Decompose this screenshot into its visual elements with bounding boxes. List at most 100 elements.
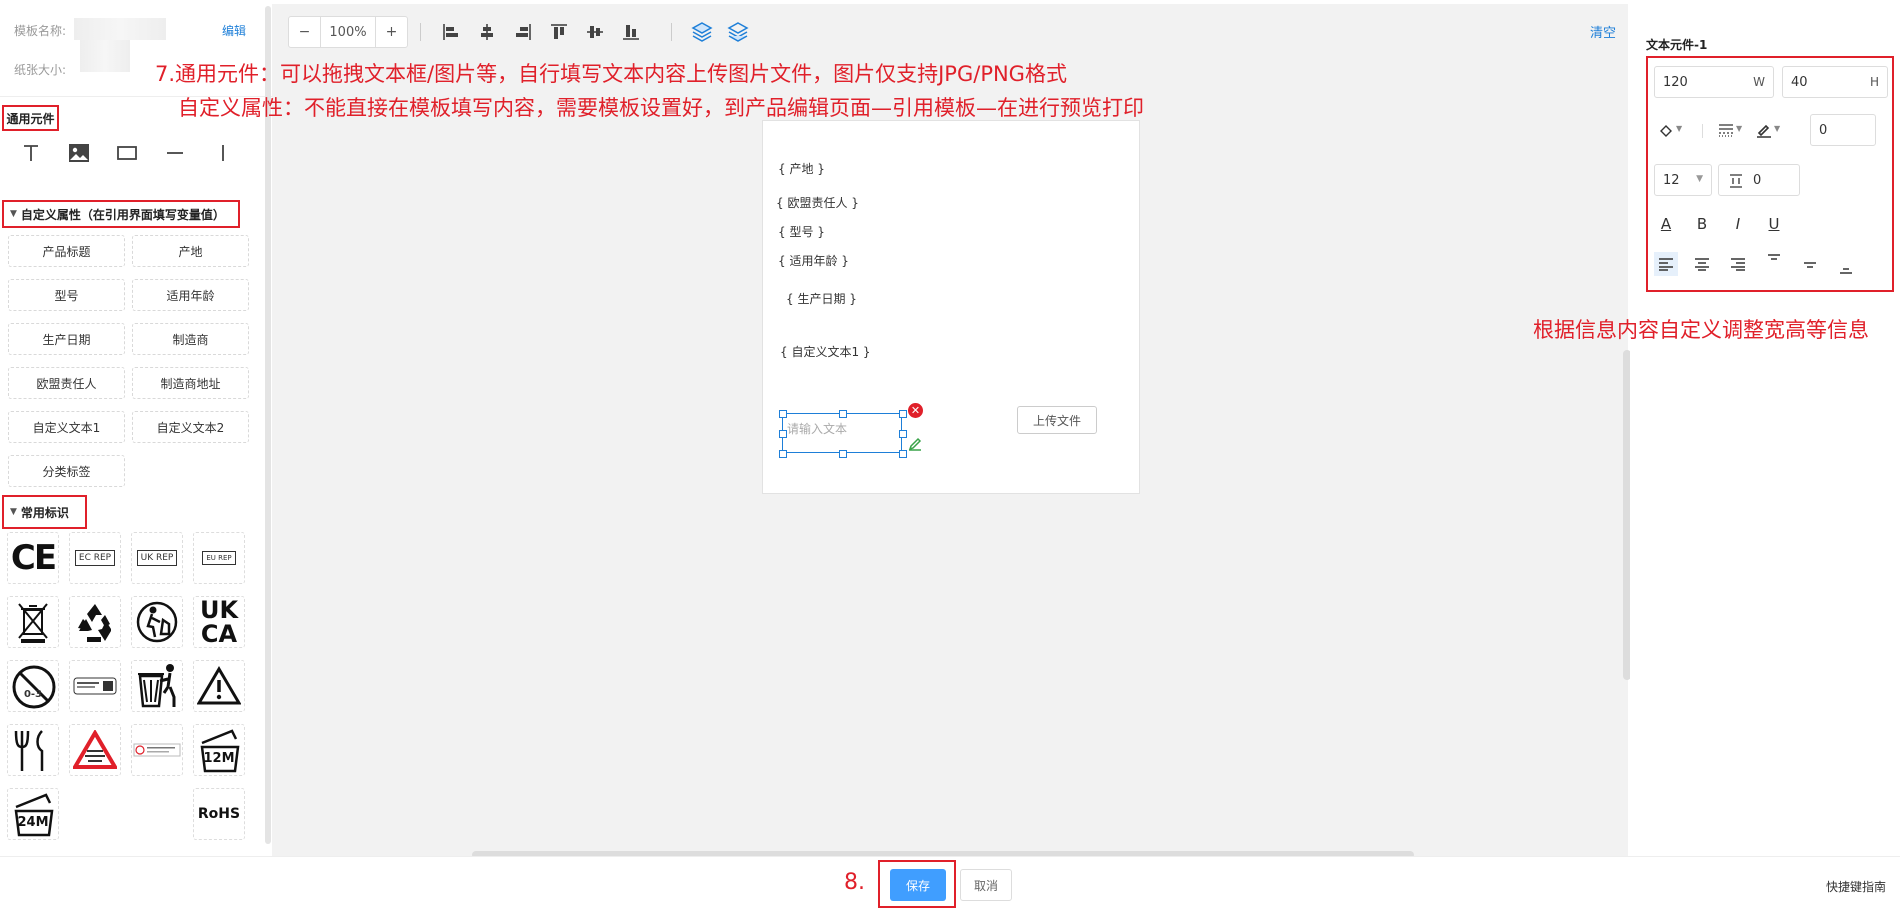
vertical-line-tool-icon[interactable]	[208, 138, 238, 168]
canvas-field-production-date[interactable]: { 生产日期 }	[786, 290, 857, 307]
left-panel-scrollbar[interactable]	[265, 6, 271, 844]
general-components-title-box: 通用元件	[2, 105, 59, 131]
ec-rep-icon[interactable]: EC REP	[69, 532, 121, 584]
zoom-out-button[interactable]: −	[289, 17, 321, 47]
border-color-dropdown-icon[interactable]: ▼	[1774, 124, 1780, 133]
attr-product-title[interactable]: 产品标题	[8, 235, 125, 267]
attr-age-range[interactable]: 适用年龄	[132, 279, 249, 311]
custom-attributes-grid: 产品标题 产地 型号 适用年龄 生产日期 制造商 欧盟责任人 制造商地址 自定义…	[8, 235, 249, 487]
attr-custom-text-1[interactable]: 自定义文本1	[8, 411, 125, 443]
delete-element-icon[interactable]: ✕	[908, 403, 923, 418]
tidyman-dispose-icon[interactable]	[131, 596, 183, 648]
empty-slot	[69, 788, 121, 840]
attr-manufacturer[interactable]: 制造商	[132, 323, 249, 355]
vertical-align-middle-icon[interactable]	[1798, 252, 1822, 276]
underline-icon[interactable]: U	[1762, 212, 1786, 236]
border-color-icon[interactable]	[1752, 118, 1776, 142]
align-left-icon[interactable]	[433, 16, 469, 48]
resize-handle[interactable]	[839, 410, 847, 418]
align-center-horizontal-icon[interactable]	[469, 16, 505, 48]
align-right-icon[interactable]	[505, 16, 541, 48]
eu-rep-icon[interactable]: EU REP	[193, 532, 245, 584]
border-width-input[interactable]: 0	[1810, 114, 1876, 146]
height-unit: H	[1869, 75, 1879, 89]
resize-handle[interactable]	[839, 450, 847, 458]
uk-rep-icon[interactable]: UK REP	[131, 532, 183, 584]
pao-24m-icon[interactable]: 24M	[7, 788, 59, 840]
text-align-center-icon[interactable]	[1690, 252, 1714, 276]
resize-handle[interactable]	[779, 450, 787, 458]
ce-mark-icon[interactable]: CE	[7, 532, 59, 584]
font-size-select[interactable]: 12 ▼	[1654, 164, 1712, 196]
text-align-left-icon[interactable]	[1654, 252, 1678, 276]
canvas-field-eu-representative[interactable]: { 欧盟责任人 }	[776, 194, 859, 211]
red-warning-triangle-icon[interactable]	[69, 724, 121, 776]
zoom-in-button[interactable]: +	[375, 17, 407, 47]
attr-category-label[interactable]: 分类标签	[8, 455, 125, 487]
line-spacing-input[interactable]: 0	[1718, 164, 1800, 196]
fill-color-dropdown-icon[interactable]: ▼	[1676, 124, 1682, 133]
weee-crossed-bin-icon[interactable]	[7, 596, 59, 648]
align-bottom-icon[interactable]	[613, 16, 649, 48]
text-element-placeholder: 请输入文本	[787, 422, 848, 436]
attr-eu-representative[interactable]: 欧盟责任人	[8, 367, 125, 399]
width-input[interactable]: 120 W	[1654, 66, 1774, 98]
shortcut-guide-link[interactable]: 快捷键指南	[1826, 878, 1886, 895]
attr-manufacturer-address[interactable]: 制造商地址	[132, 367, 249, 399]
canvas-field-origin[interactable]: { 产地 }	[778, 160, 825, 177]
attr-model[interactable]: 型号	[8, 279, 125, 311]
resize-handle[interactable]	[899, 450, 907, 458]
resize-handle[interactable]	[779, 410, 787, 418]
text-tool-icon[interactable]	[16, 138, 46, 168]
save-button[interactable]: 保存	[890, 869, 946, 901]
trash-bin-icon[interactable]	[131, 660, 183, 712]
warning-triangle-icon[interactable]	[193, 660, 245, 712]
annotation-step-8: 8.	[844, 870, 865, 895]
vertical-align-bottom-icon[interactable]	[1834, 256, 1858, 280]
small-warning-label-icon[interactable]	[131, 724, 183, 776]
text-align-right-icon[interactable]	[1726, 252, 1750, 276]
resize-handle[interactable]	[899, 410, 907, 418]
bring-forward-layer-icon[interactable]	[684, 16, 720, 48]
common-symbols-title-box[interactable]: ▼ 常用标识	[2, 495, 87, 529]
fill-color-icon[interactable]	[1654, 118, 1678, 142]
recycle-icon[interactable]	[69, 596, 121, 648]
paper-size-value	[80, 40, 130, 72]
text-color-icon[interactable]: A	[1654, 212, 1678, 236]
attr-production-date[interactable]: 生产日期	[8, 323, 125, 355]
image-tool-icon[interactable]	[64, 138, 94, 168]
rohs-icon[interactable]: RoHS	[193, 788, 245, 840]
cancel-button[interactable]: 取消	[960, 869, 1012, 901]
pao-12m-icon[interactable]: 12M	[193, 724, 245, 776]
border-style-dropdown-icon[interactable]: ▼	[1736, 124, 1742, 133]
clear-canvas-link[interactable]: 清空	[1590, 22, 1616, 41]
divider	[1702, 124, 1703, 138]
vertical-align-top-icon[interactable]	[1762, 248, 1786, 272]
horizontal-line-tool-icon[interactable]	[160, 138, 190, 168]
align-middle-vertical-icon[interactable]	[577, 16, 613, 48]
edit-pencil-icon[interactable]	[908, 436, 922, 455]
not-for-under-3-icon[interactable]: 0-3	[7, 660, 59, 712]
food-safe-icon[interactable]	[7, 724, 59, 776]
paper-size-label: 纸张大小:	[14, 63, 67, 77]
canvas-field-model[interactable]: { 型号 }	[778, 223, 825, 240]
bold-icon[interactable]: B	[1690, 212, 1714, 236]
upload-file-button[interactable]: 上传文件	[1017, 406, 1097, 434]
italic-icon[interactable]: I	[1726, 212, 1750, 236]
edit-template-name-link[interactable]: 编辑	[222, 22, 246, 39]
ukca-mark-icon[interactable]: UK CA	[193, 596, 245, 648]
send-backward-layer-icon[interactable]	[720, 16, 756, 48]
selected-text-element[interactable]: 请输入文本	[779, 410, 907, 458]
custom-attributes-title-box[interactable]: ▼ 自定义属性（在引用界面填写变量值）	[2, 200, 240, 228]
border-style-icon[interactable]	[1714, 118, 1738, 142]
canvas-field-age-range[interactable]: { 适用年龄 }	[778, 252, 849, 269]
resize-handle[interactable]	[899, 430, 907, 438]
align-top-icon[interactable]	[541, 16, 577, 48]
resize-handle[interactable]	[779, 430, 787, 438]
attr-custom-text-2[interactable]: 自定义文本2	[132, 411, 249, 443]
canvas-field-custom-text-1[interactable]: { 自定义文本1 }	[780, 343, 871, 360]
height-input[interactable]: 40 H	[1782, 66, 1888, 98]
attr-origin[interactable]: 产地	[132, 235, 249, 267]
warning-label-icon[interactable]	[69, 660, 121, 712]
rectangle-tool-icon[interactable]	[112, 138, 142, 168]
